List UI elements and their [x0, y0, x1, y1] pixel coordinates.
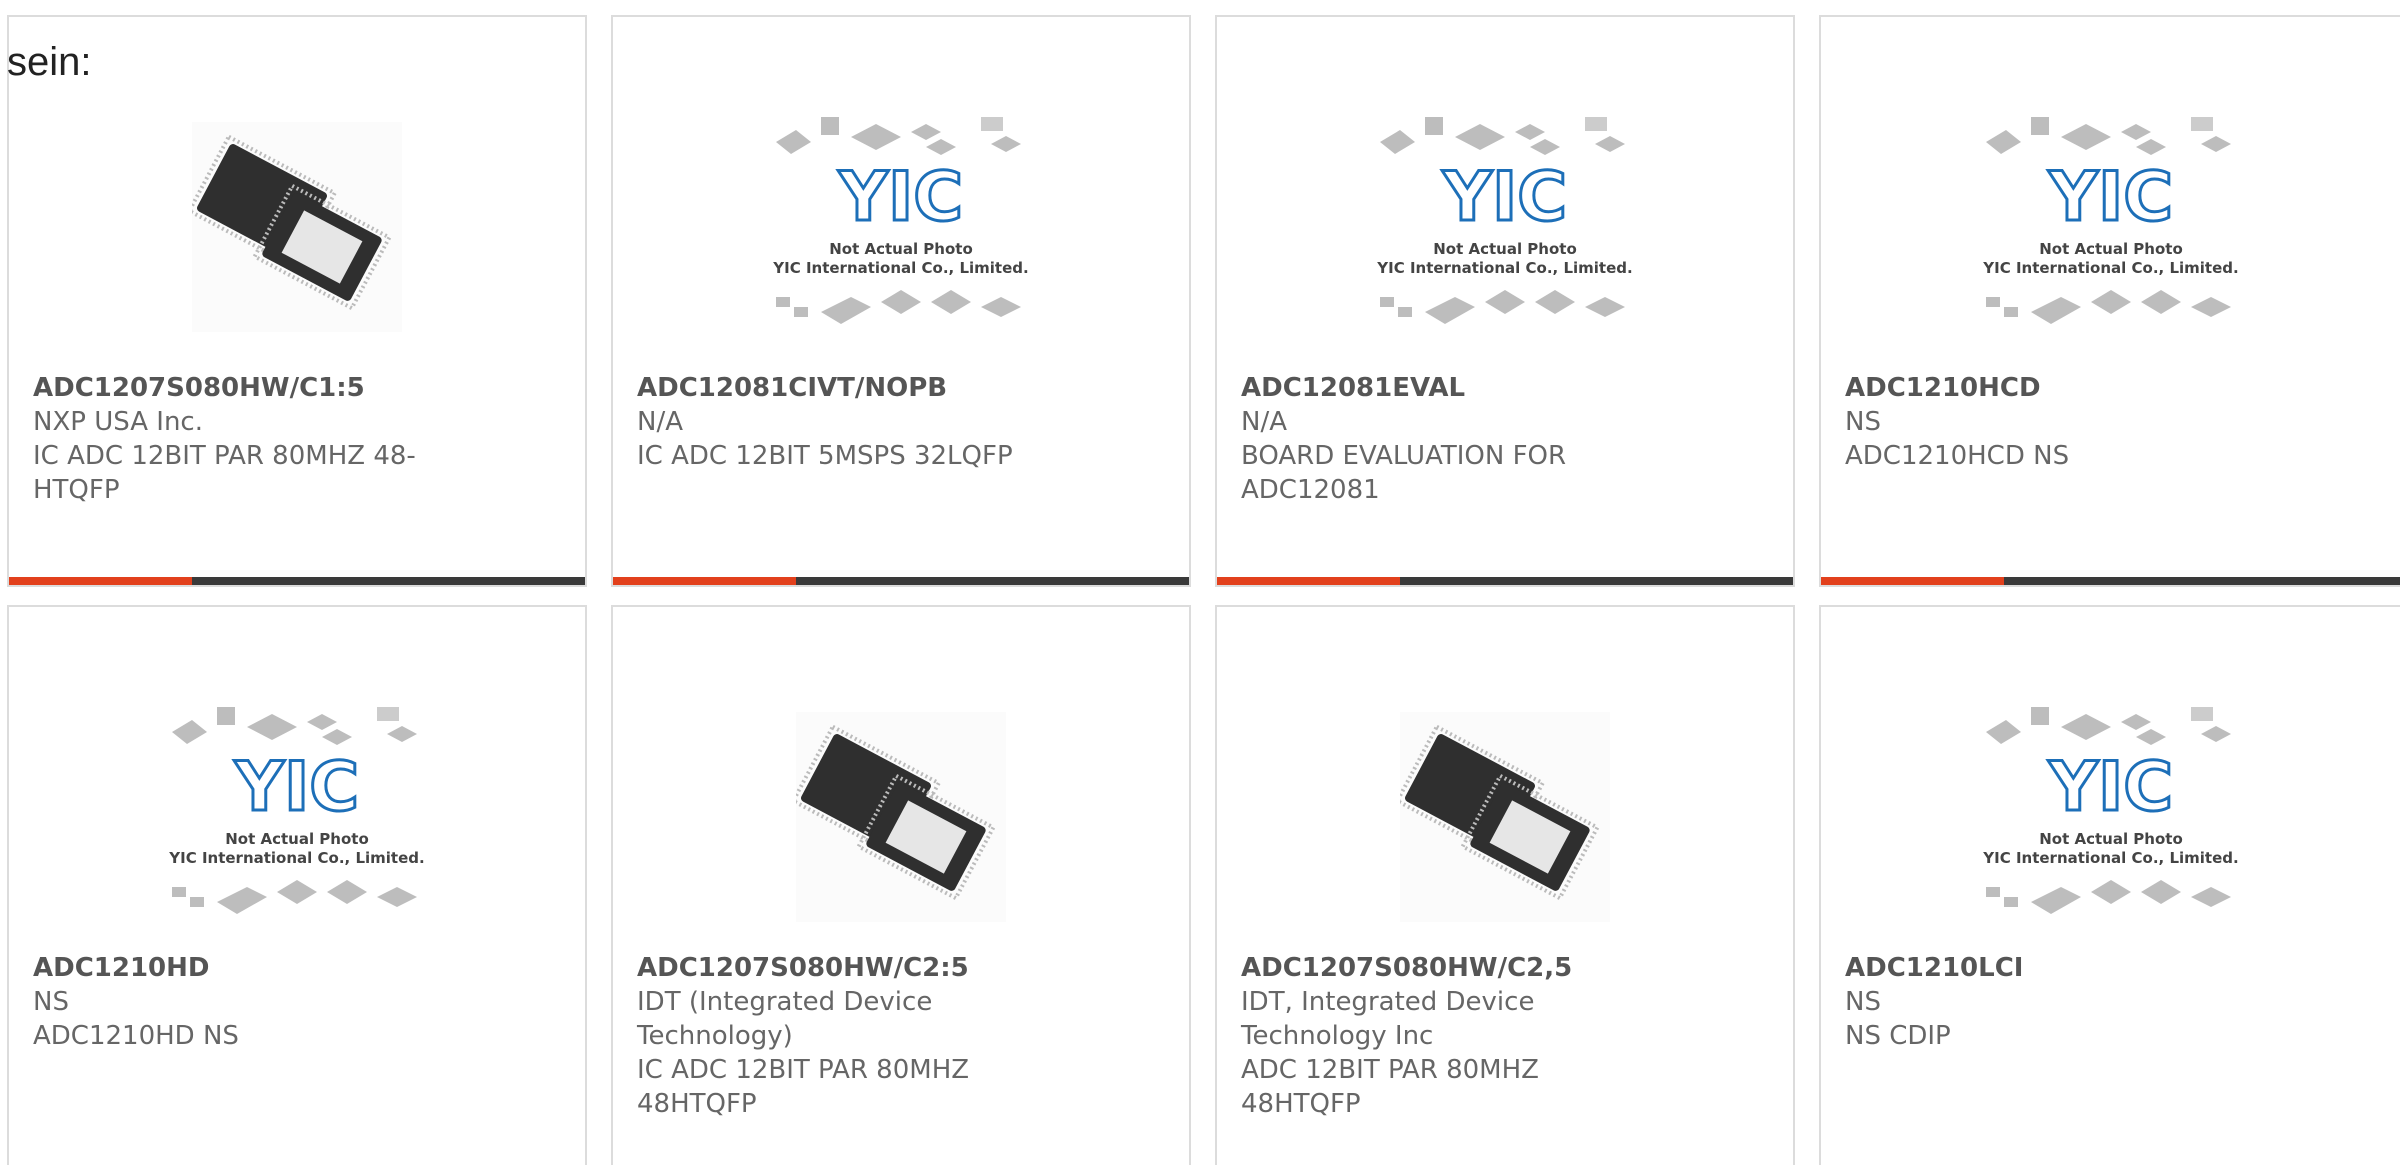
product-card[interactable]: ADC1207S080HW/C1:5 NXP USA Inc. IC ADC 1…: [7, 15, 587, 587]
placeholder-image-icon: YIC Not Actual Photo YIC International C…: [1982, 117, 2238, 324]
placeholder-image-icon: YIC Not Actual Photo YIC International C…: [168, 707, 425, 914]
description: IC ADC 12BIT PAR 80MHZ 48HTQFP: [637, 1055, 970, 1119]
part-number[interactable]: ADC1207S080HW/C2,5: [1241, 951, 1643, 985]
placeholder-image-icon: YIC Not Actual Photo YIC International C…: [1376, 117, 1633, 324]
yic-logo: YIC: [2047, 158, 2172, 237]
part-number[interactable]: ADC1210HCD: [1845, 371, 2250, 405]
placeholder-caption-1: Not Actual Photo: [2039, 830, 2183, 848]
manufacturer: NS: [1845, 407, 1881, 437]
yic-logo: YIC: [1442, 158, 1567, 237]
manufacturer: IDT (Integrated Device Technology): [637, 987, 933, 1051]
placeholder-caption-1: Not Actual Photo: [225, 830, 369, 848]
card-accent: [9, 577, 192, 585]
description: BOARD EVALUATION FOR ADC12081: [1241, 441, 1567, 505]
part-number[interactable]: ADC1210HD: [33, 951, 435, 985]
placeholder-caption-1: Not Actual Photo: [2039, 240, 2183, 258]
product-image[interactable]: YIC Not Actual Photo YIC International C…: [1821, 677, 2400, 957]
card-bottom-bar: [1821, 577, 2400, 585]
placeholder-caption-2: YIC International Co., Limited.: [1982, 849, 2238, 867]
product-card[interactable]: YIC Not Actual Photo YIC International C…: [7, 605, 587, 1165]
manufacturer: IDT, Integrated Device Technology Inc: [1241, 987, 1535, 1051]
product-image[interactable]: [1217, 677, 1793, 957]
manufacturer: N/A: [1241, 407, 1287, 437]
card-bottom-bar: [9, 577, 585, 585]
product-image[interactable]: YIC Not Actual Photo YIC International C…: [1217, 87, 1793, 367]
product-card[interactable]: ADC1207S080HW/C2,5 IDT, Integrated Devic…: [1215, 605, 1795, 1165]
part-number[interactable]: ADC1210LCI: [1845, 951, 2250, 985]
product-card[interactable]: YIC Not Actual Photo YIC International C…: [1819, 15, 2400, 587]
description: ADC1210HCD NS: [1845, 441, 2070, 471]
description: ADC 12BIT PAR 80MHZ 48HTQFP: [1241, 1055, 1539, 1119]
chip-icon: [192, 122, 402, 332]
placeholder-caption-2: YIC International Co., Limited.: [1982, 259, 2238, 277]
chip-icon: [1400, 712, 1610, 922]
description: NS CDIP: [1845, 1021, 1951, 1051]
card-bottom-bar: [613, 577, 1189, 585]
product-image[interactable]: YIC Not Actual Photo YIC International C…: [613, 87, 1189, 367]
placeholder-caption-1: Not Actual Photo: [829, 240, 973, 258]
manufacturer: NS: [1845, 987, 1881, 1017]
yic-logo: YIC: [2047, 748, 2172, 827]
manufacturer: NS: [33, 987, 69, 1017]
card-accent: [1217, 577, 1400, 585]
manufacturer: NXP USA Inc.: [33, 407, 203, 437]
product-card[interactable]: YIC Not Actual Photo YIC International C…: [1215, 15, 1795, 587]
placeholder-image-icon: YIC Not Actual Photo YIC International C…: [1982, 707, 2238, 914]
product-image[interactable]: YIC Not Actual Photo YIC International C…: [9, 677, 585, 957]
product-image[interactable]: [9, 87, 585, 367]
product-image[interactable]: [613, 677, 1189, 957]
card-accent: [1821, 577, 2004, 585]
placeholder-caption-2: YIC International Co., Limited.: [1376, 259, 1632, 277]
placeholder-caption-2: YIC International Co., Limited.: [772, 259, 1028, 277]
intro-text: sein:: [7, 40, 92, 84]
description: IC ADC 12BIT PAR 80MHZ 48-HTQFP: [33, 441, 416, 505]
yic-logo: YIC: [234, 748, 359, 827]
description: ADC1210HD NS: [33, 1021, 239, 1051]
yic-logo: YIC: [838, 158, 963, 237]
placeholder-caption-2: YIC International Co., Limited.: [168, 849, 424, 867]
product-card[interactable]: ADC1207S080HW/C2:5 IDT (Integrated Devic…: [611, 605, 1191, 1165]
part-number[interactable]: ADC1207S080HW/C2:5: [637, 951, 1039, 985]
part-number[interactable]: ADC1207S080HW/C1:5: [33, 371, 435, 405]
card-bottom-bar: [1217, 577, 1793, 585]
card-accent: [613, 577, 796, 585]
product-image[interactable]: YIC Not Actual Photo YIC International C…: [1821, 87, 2400, 367]
part-number[interactable]: ADC12081EVAL: [1241, 371, 1643, 405]
manufacturer: N/A: [637, 407, 683, 437]
chip-icon: [796, 712, 1006, 922]
product-card[interactable]: YIC Not Actual Photo YIC International C…: [1819, 605, 2400, 1165]
placeholder-image-icon: YIC Not Actual Photo YIC International C…: [772, 117, 1029, 324]
part-number[interactable]: ADC12081CIVT/NOPB: [637, 371, 1039, 405]
placeholder-caption-1: Not Actual Photo: [1433, 240, 1577, 258]
product-card[interactable]: YIC Not Actual Photo YIC International C…: [611, 15, 1191, 587]
description: IC ADC 12BIT 5MSPS 32LQFP: [637, 441, 1013, 471]
